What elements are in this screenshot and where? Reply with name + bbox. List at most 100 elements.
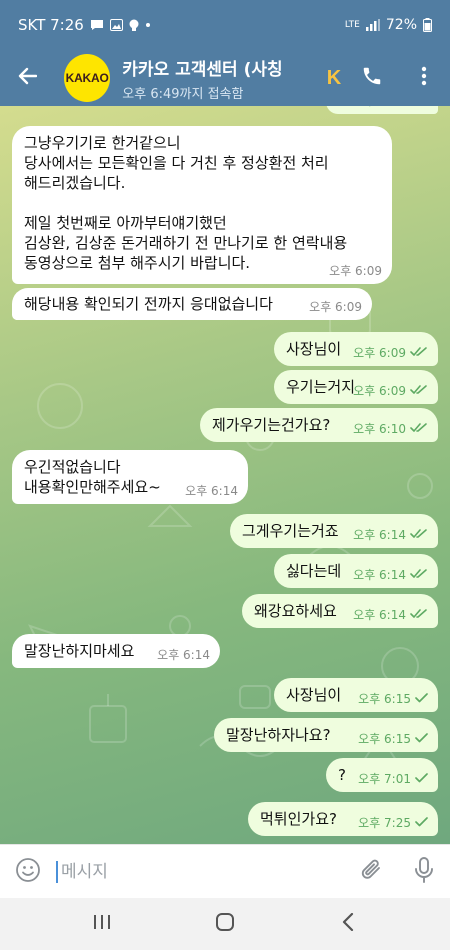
avatar-text: KAKAO (65, 71, 109, 85)
message-timestamp: 오후 6:14 (353, 568, 406, 582)
message-meta: 오후 6:09 (353, 346, 428, 360)
microphone-icon (414, 856, 434, 887)
double-check-icon (410, 422, 428, 436)
outgoing-message-bubble[interactable]: 사장님이 오후 6:09 (274, 332, 438, 366)
outgoing-message-bubble[interactable]: 그게우기는거죠 오후 6:14 (230, 514, 438, 548)
arrow-left-icon (17, 67, 38, 89)
outgoing-message-bubble[interactable]: 먹튀인가요? 오후 7:25 (248, 802, 438, 836)
message-timestamp: 오후 6:14 (185, 484, 238, 498)
outgoing-message-bubble[interactable]: 제가우기는건가요? 오후 6:10 (200, 408, 438, 442)
message-meta: 오후 7:25 (358, 816, 428, 830)
single-check-icon (415, 816, 428, 830)
smile-icon (15, 857, 41, 887)
message-timestamp: 오후 6:14 (157, 648, 210, 662)
message-timestamp: 오후 6:09 (353, 384, 406, 398)
avatar[interactable]: KAKAO (63, 54, 111, 102)
incoming-message-bubble[interactable]: 우긴적없습니다 내용확인만해주세요~ 오후 6:14 (12, 450, 248, 504)
battery-icon (423, 18, 432, 32)
outgoing-message-bubble[interactable]: 사장님이 오후 6:15 (274, 678, 438, 712)
outgoing-message-bubble[interactable]: ? 오후 7:01 (326, 758, 438, 792)
system-nav-bar (0, 898, 450, 950)
message-meta: 오후 6:14 (157, 648, 210, 662)
recent-apps-icon (93, 914, 111, 934)
single-check-icon (415, 732, 428, 746)
message-text: 해드리겠습니다. (24, 174, 126, 192)
double-check-icon (410, 384, 428, 398)
home-icon (215, 912, 235, 936)
single-check-icon (415, 772, 428, 786)
double-check-icon (410, 608, 428, 622)
chat-notification-icon (90, 19, 104, 31)
chat-title: 카카오 고객센터 (사칭 (122, 59, 283, 80)
message-meta: 오후 6:15 (358, 692, 428, 706)
message-composer (0, 844, 450, 898)
attach-button[interactable] (346, 845, 398, 899)
message-meta: 오후 6:14 (353, 568, 428, 582)
incoming-message-bubble[interactable]: 해당내용 확인되기 전까지 응대없습니다 오후 6:09 (12, 288, 372, 320)
message-text: 동영상으로 첨부 해주시기 바랍니다. (24, 254, 251, 272)
message-meta: 오후 6:14 (353, 528, 428, 542)
message-meta: 오후 6:09 (329, 264, 382, 278)
paperclip-icon (360, 857, 384, 887)
message-timestamp: 오후 6:09 (353, 346, 406, 360)
outgoing-message-bubble[interactable]: 우기는거지 오후 6:09 (274, 370, 438, 404)
double-check-icon (410, 346, 428, 360)
carrier-time: SKT 7:26 (18, 16, 84, 34)
back-button[interactable] (0, 50, 54, 106)
message-timestamp: 오후 6:15 (358, 732, 411, 746)
message-meta: 오후 6:09 (309, 300, 362, 314)
incoming-message-bubble[interactable]: 그냥우기기로 한거같으니 당사에서는 모든확인을 다 거친 후 정상환전 처리 해드… (12, 126, 392, 284)
message-timestamp: 오후 6:14 (353, 608, 406, 622)
message-timestamp: 오후 6:15 (358, 692, 411, 706)
message-timestamp: 오후 6:09 (309, 300, 362, 314)
message-text (24, 193, 380, 213)
message-timestamp: 오후 6:04 (353, 106, 406, 108)
message-text: 김상완, 김상준 돈거래하기 전 만나기로 한 연락내용 (24, 234, 348, 252)
message-text: 우긴적없습니다 (24, 458, 121, 476)
emoji-button[interactable] (0, 845, 56, 899)
message-timestamp: 오후 7:25 (358, 816, 411, 830)
last-seen-status: 오후 6:49까지 접속함 (122, 86, 244, 102)
message-meta: 오후 6:09 (353, 384, 428, 398)
dot-notification-icon (145, 22, 151, 28)
battery-level: 72% (385, 17, 417, 33)
phone-icon (361, 65, 383, 91)
outgoing-message-bubble[interactable]: 말장난하자나요? 오후 6:15 (214, 718, 438, 752)
message-text: 그냥우기기로 한거같으니 (24, 134, 181, 152)
chevron-left-icon (342, 912, 354, 935)
call-button[interactable] (346, 50, 398, 106)
double-check-icon (410, 528, 428, 542)
signal-icon (365, 19, 380, 31)
message-meta: 오후 6:04 (353, 106, 428, 108)
double-check-icon (410, 568, 428, 582)
double-check-icon (410, 106, 428, 108)
gallery-notification-icon (109, 19, 123, 31)
chat-header: KAKAO 카카오 고객센터 (사칭 오후 6:49까지 접속함 K (0, 50, 450, 106)
message-list[interactable]: 오후 6:04 그냥우기기로 한거같으니당사에서는 모든확인을 다 거친 후 정상… (0, 106, 450, 844)
message-timestamp: 오후 6:14 (353, 528, 406, 542)
status-bar: SKT 7:26 LTE 72% (0, 0, 450, 50)
more-options-button[interactable] (398, 50, 450, 106)
home-button[interactable] (195, 898, 255, 950)
message-meta: 오후 6:10 (353, 422, 428, 436)
kakao-k-badge: K (326, 66, 342, 89)
outgoing-message-bubble[interactable]: 싫다는데 오후 6:14 (274, 554, 438, 588)
more-vertical-icon (421, 66, 427, 90)
system-back-button[interactable] (318, 898, 378, 950)
single-check-icon (415, 692, 428, 706)
message-meta: 오후 6:14 (353, 608, 428, 622)
recent-apps-button[interactable] (72, 898, 132, 950)
message-timestamp: 오후 6:09 (329, 264, 382, 278)
outgoing-message-bubble[interactable]: 왜강요하세요 오후 6:14 (242, 594, 438, 628)
message-input[interactable] (58, 861, 346, 882)
incoming-message-bubble[interactable]: 말장난하지마세요 오후 6:14 (12, 634, 220, 668)
bulb-notification-icon (129, 19, 139, 32)
message-timestamp: 오후 6:10 (353, 422, 406, 436)
message-meta: 오후 6:15 (358, 732, 428, 746)
chat-title-block[interactable]: 카카오 고객센터 (사칭 오후 6:49까지 접속함 (122, 55, 324, 102)
message-timestamp: 오후 7:01 (358, 772, 411, 786)
message-meta: 오후 6:14 (185, 484, 238, 498)
message-meta: 오후 7:01 (358, 772, 428, 786)
outgoing-message-bubble[interactable]: 오후 6:04 (326, 106, 438, 114)
voice-message-button[interactable] (398, 845, 450, 899)
